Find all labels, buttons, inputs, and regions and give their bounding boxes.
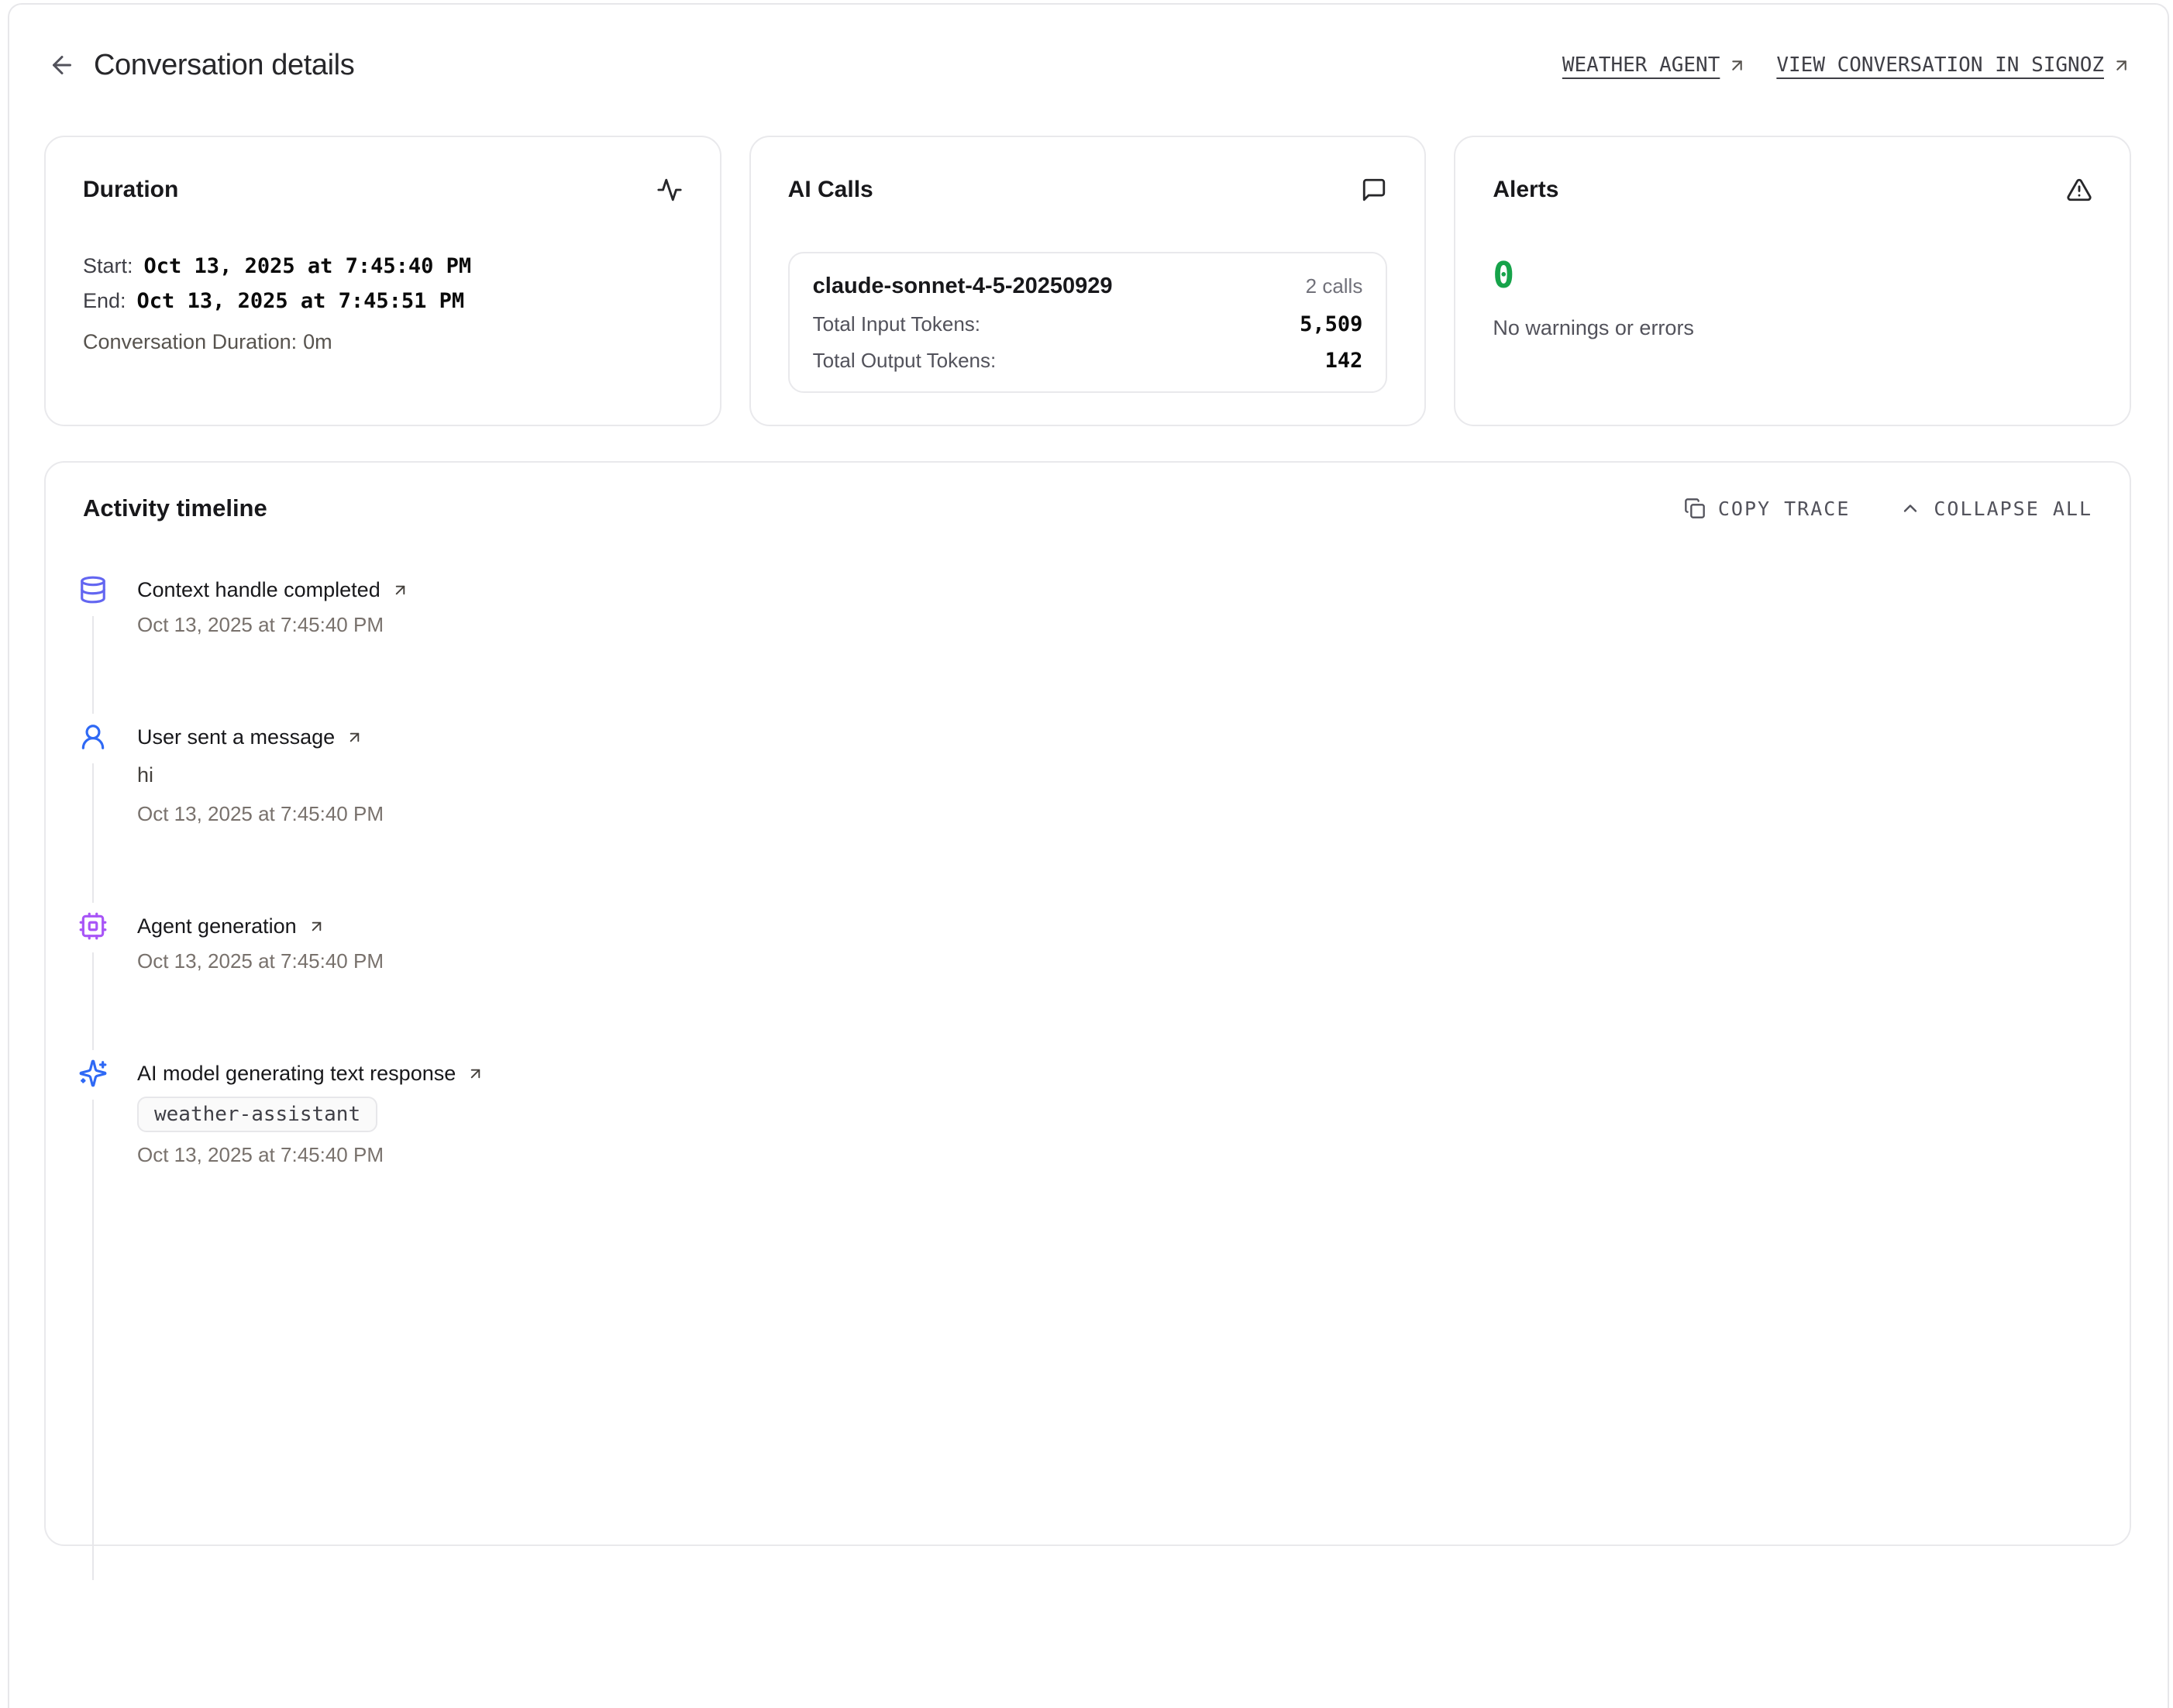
copy-trace-label: COPY TRACE [1718,498,1851,520]
timeline-item: AI model generating text response weather… [83,1056,2092,1250]
duration-card: Duration Start: Oct 13, 2025 at 7:45:40 … [44,136,721,426]
timeline-item-timestamp: Oct 13, 2025 at 7:45:40 PM [137,607,2092,642]
summary-cards: Duration Start: Oct 13, 2025 at 7:45:40 … [44,136,2131,426]
external-link-icon [1727,56,1747,75]
copy-icon [1684,498,1706,519]
input-tokens-value: 5,509 [1300,312,1362,338]
page-header: Conversation details WEATHER AGENT VIEW … [44,45,2131,85]
timeline-item-title[interactable]: AI model generating text response [137,1056,2092,1090]
header-links: WEATHER AGENT VIEW CONVERSATION IN SIGNO… [1562,53,2131,77]
external-link-icon [308,918,325,935]
ai-calls-card: AI Calls claude-sonnet-4-5-20250929 2 ca… [749,136,1427,426]
timeline-list: Context handle completedOct 13, 2025 at … [83,573,2092,1250]
external-link-icon [2112,56,2131,75]
external-link-icon [346,728,363,746]
timeline-item: Context handle completedOct 13, 2025 at … [83,573,2092,720]
start-value: Oct 13, 2025 at 7:45:40 PM [144,250,472,284]
weather-agent-link[interactable]: WEATHER AGENT [1562,53,1748,77]
output-tokens-value: 142 [1325,348,1363,374]
conversation-duration-row: Conversation Duration: 0m [83,325,683,359]
alert-count: 0 [1493,255,2092,295]
timeline-item-content: hi [137,754,2092,796]
start-time-row: Start: Oct 13, 2025 at 7:45:40 PM [83,249,683,284]
timeline-item-timestamp: Oct 13, 2025 at 7:45:40 PM [137,796,2092,832]
model-name: claude-sonnet-4-5-20250929 [813,270,1113,301]
collapse-all-button[interactable]: COLLAPSE ALL [1899,498,2092,520]
alert-message: No warnings or errors [1493,312,2092,343]
ai-calls-card-title: AI Calls [788,177,873,203]
timeline-item: Agent generationOct 13, 2025 at 7:45:40 … [83,909,2092,1056]
page-content: Conversation details WEATHER AGENT VIEW … [0,0,2173,1546]
external-link-icon [391,581,409,599]
database-icon [78,575,108,604]
alerts-card: Alerts 0 No warnings or errors [1454,136,2131,426]
model-usage-card: claude-sonnet-4-5-20250929 2 calls Total… [788,252,1388,393]
end-value: Oct 13, 2025 at 7:45:51 PM [137,284,465,319]
collapse-all-label: COLLAPSE ALL [1934,498,2092,520]
user-icon [78,722,108,752]
end-time-row: End: Oct 13, 2025 at 7:45:51 PM [83,284,683,319]
timeline-item: User sent a messagehiOct 13, 2025 at 7:4… [83,720,2092,909]
timeline-item-title[interactable]: Agent generation [137,909,2092,943]
external-link-icon [467,1065,484,1083]
activity-timeline-title: Activity timeline [83,494,267,522]
input-tokens-row: Total Input Tokens: 5,509 [813,311,1363,338]
output-tokens-label: Total Output Tokens: [813,347,997,374]
timeline-item-timestamp: Oct 13, 2025 at 7:45:40 PM [137,943,2092,979]
activity-timeline-panel: Activity timeline COPY TRACE COLLAPSE AL… [44,461,2131,1546]
alerts-card-title: Alerts [1493,177,1558,203]
start-label: Start: [83,249,133,283]
activity-icon [656,177,683,203]
timeline-item-timestamp: Oct 13, 2025 at 7:45:40 PM [137,1137,2092,1173]
message-square-icon [1361,177,1387,203]
model-call-count: 2 calls [1306,270,1363,301]
copy-trace-button[interactable]: COPY TRACE [1684,498,1851,520]
timeline-item-title[interactable]: Context handle completed [137,573,2092,607]
conversation-duration-label: Conversation Duration: [83,330,297,353]
chevron-up-icon [1899,498,1921,519]
output-tokens-row: Total Output Tokens: 142 [813,347,1363,374]
view-conversation-in-signoz-link[interactable]: VIEW CONVERSATION IN SIGNOZ [1776,53,2131,77]
conversation-duration-value: 0m [303,330,332,353]
input-tokens-label: Total Input Tokens: [813,311,980,337]
timeline-item-badge: weather-assistant [137,1097,377,1132]
duration-card-title: Duration [83,177,178,203]
page-title: Conversation details [94,49,354,82]
cpu-icon [78,911,108,941]
back-button[interactable] [44,47,80,83]
arrow-left-icon [48,51,76,79]
triangle-alert-icon [2066,177,2092,203]
sparkles-icon [78,1059,108,1088]
end-label: End: [83,284,126,318]
timeline-item-title[interactable]: User sent a message [137,720,2092,754]
